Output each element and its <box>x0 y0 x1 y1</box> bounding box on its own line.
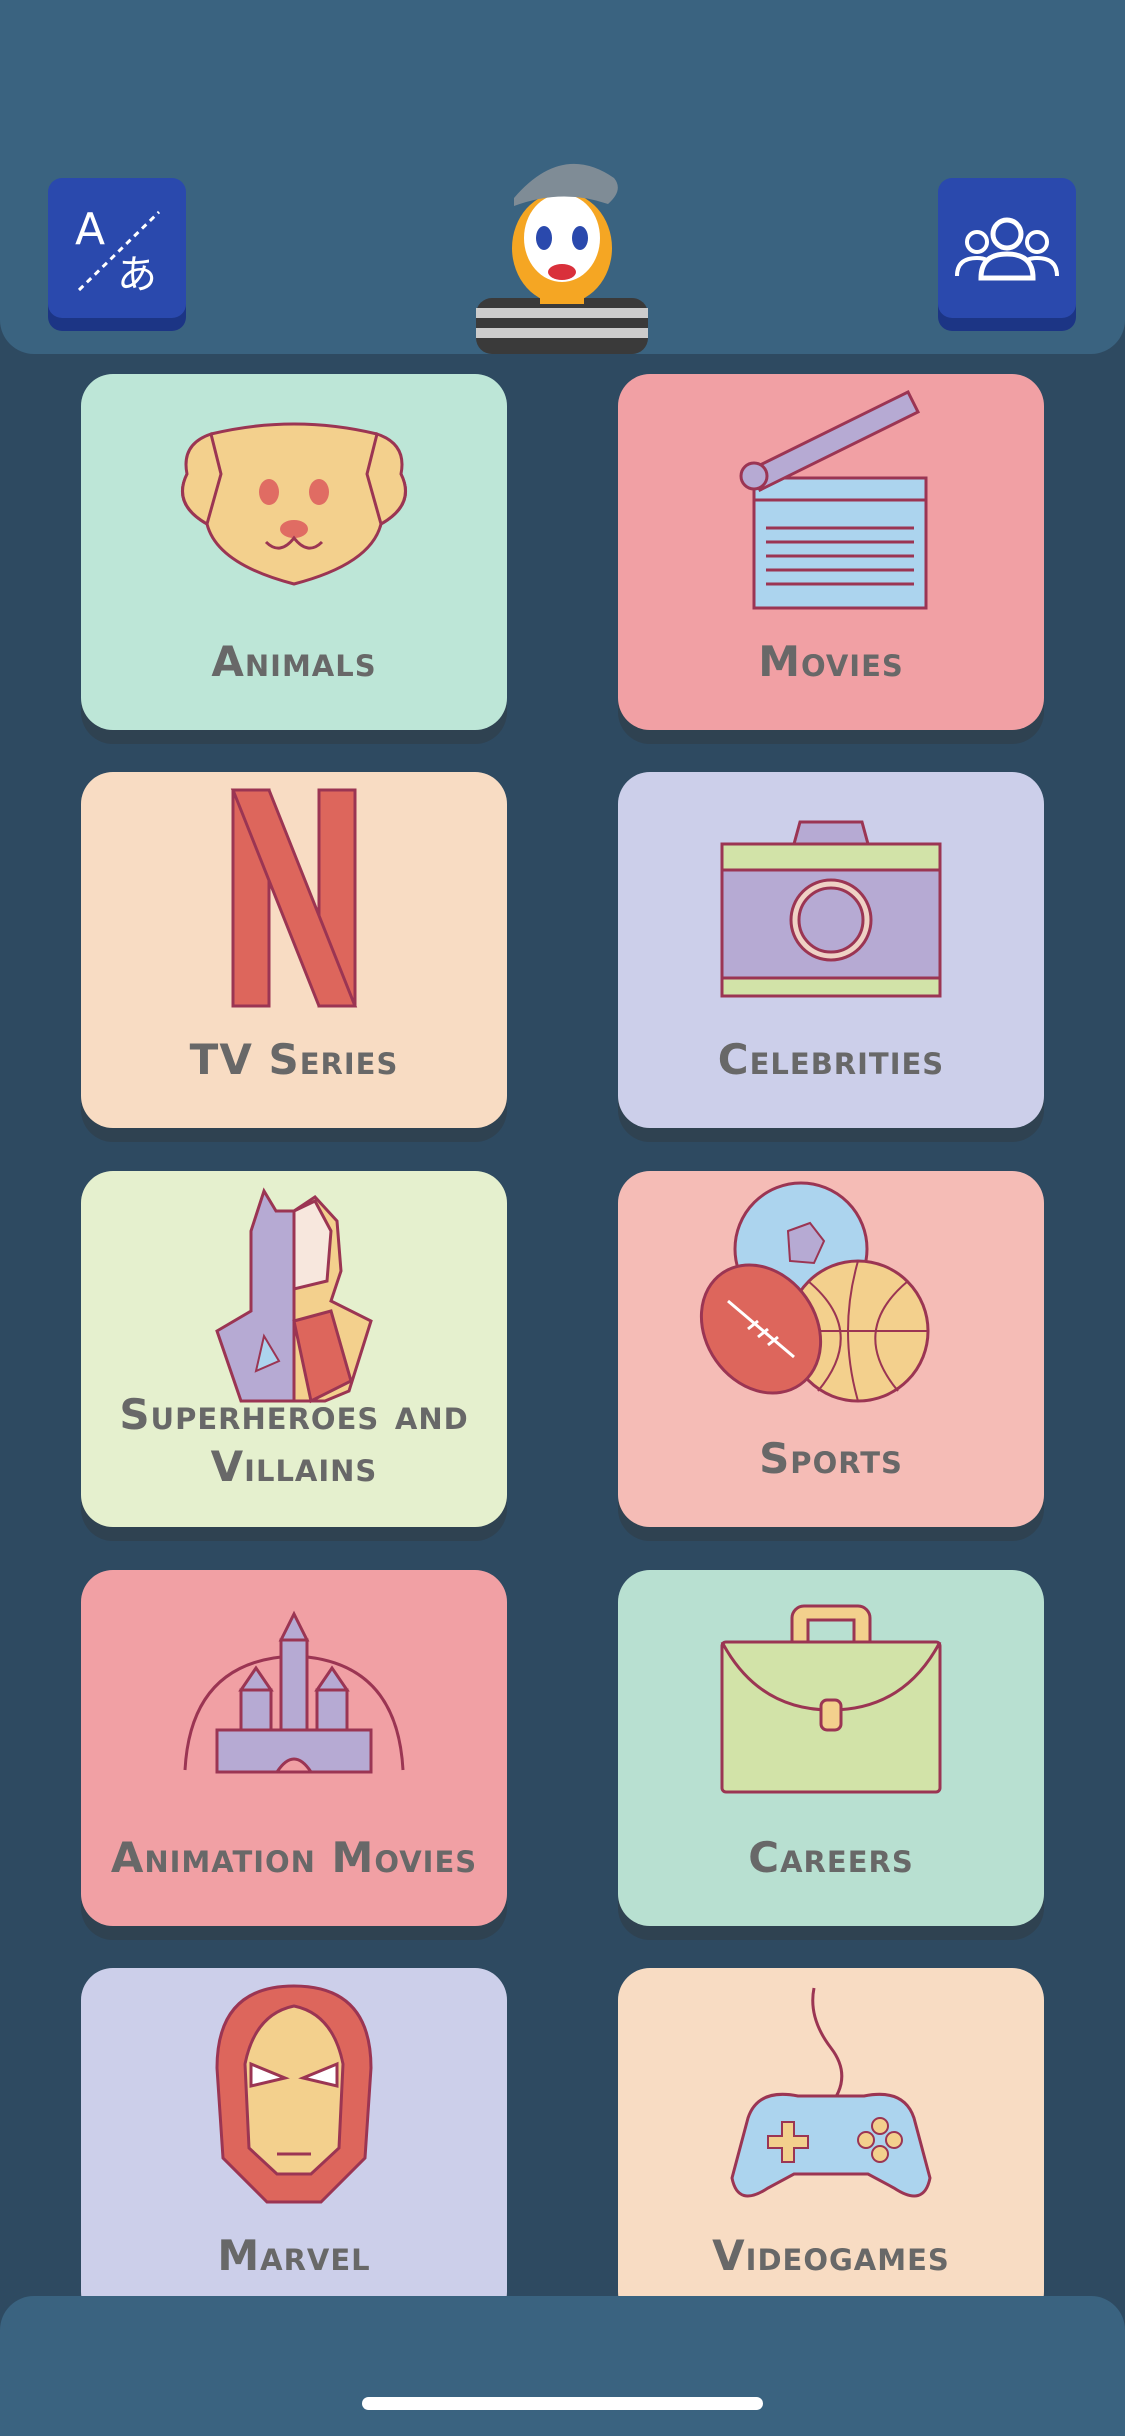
svg-text:A: A <box>75 204 105 255</box>
svg-text:あ: あ <box>117 252 157 298</box>
category-label: Sports <box>759 1434 903 1483</box>
players-button[interactable] <box>938 178 1076 318</box>
category-card-celebrities[interactable]: Celebrities <box>618 772 1044 1128</box>
clapperboard-icon <box>739 389 928 610</box>
category-label: Animals <box>211 637 377 686</box>
netflix-n-icon <box>230 788 358 1008</box>
camera-icon <box>720 820 942 998</box>
category-card-animation-movies[interactable]: Animation Movies <box>81 1570 507 1926</box>
bottom-bar <box>0 2296 1125 2436</box>
category-card-careers[interactable]: Careers <box>618 1570 1044 1926</box>
category-label: TV Series <box>189 1035 399 1084</box>
dog-icon <box>181 422 407 586</box>
category-label: Movies <box>758 637 904 686</box>
category-card-superheroes[interactable]: Superheroes and Villains <box>81 1171 507 1527</box>
mime-avatar <box>474 148 650 354</box>
category-label: Careers <box>748 1833 914 1882</box>
category-label: Videogames <box>712 2231 950 2280</box>
category-card-tv-series[interactable]: TV Series <box>81 772 507 1128</box>
iron-helmet-icon <box>215 1984 373 2204</box>
sports-balls-icon <box>699 1181 930 1403</box>
category-card-marvel[interactable]: Marvel <box>81 1968 507 2324</box>
gamepad-icon <box>730 1987 932 2198</box>
category-card-sports[interactable]: Sports <box>618 1171 1044 1527</box>
hero-villain-icon <box>215 1187 373 1404</box>
category-label: Superheroes and Villains <box>119 1390 469 1491</box>
group-icon <box>955 217 1059 281</box>
category-label: Animation Movies <box>110 1833 478 1882</box>
language-button[interactable]: A あ <box>48 178 186 318</box>
category-label: Celebrities <box>717 1035 945 1084</box>
category-label: Marvel <box>217 2231 371 2280</box>
translate-icon: A あ <box>75 204 161 298</box>
home-indicator[interactable] <box>362 2397 763 2410</box>
briefcase-icon <box>720 1604 942 1794</box>
castle-icon <box>183 1610 405 1774</box>
category-card-animals[interactable]: Animals <box>81 374 507 730</box>
category-card-videogames[interactable]: Videogames <box>618 1968 1044 2324</box>
category-card-movies[interactable]: Movies <box>618 374 1044 730</box>
